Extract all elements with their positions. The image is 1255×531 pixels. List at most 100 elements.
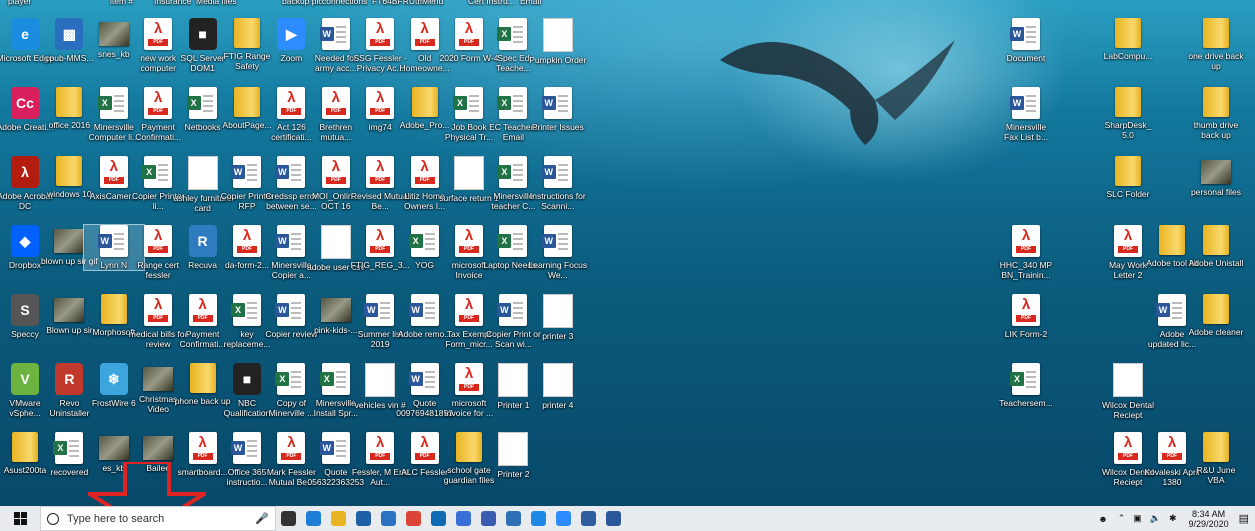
desktop-shortcut-label: thumb drive back up <box>1193 120 1239 140</box>
word-file-icon: W <box>541 156 572 188</box>
desktop-shortcut[interactable]: Adobe Unistall <box>1188 225 1244 268</box>
desktop-shortcut[interactable]: one drive back up <box>1188 18 1244 71</box>
word-taskbar-icon[interactable] <box>601 506 626 531</box>
people-icon[interactable]: ☻ <box>1098 514 1107 524</box>
desktop-shortcut[interactable]: λ PDF HHC_340 MP BN_Trainin... <box>998 225 1054 280</box>
windows-logo-icon <box>13 512 27 525</box>
taskbar-search-box[interactable]: Type here to search 🎤 <box>40 506 276 531</box>
desktop-shortcut[interactable]: λ PDF LIK Form-2 <box>998 294 1054 339</box>
top-truncated-label[interactable]: Insurance <box>154 0 191 6</box>
desktop-shortcut[interactable]: LabCompu... <box>1100 18 1156 61</box>
desktop-shortcut[interactable]: Adobe cleaner <box>1188 294 1244 337</box>
top-truncated-label[interactable]: connections <box>322 0 367 6</box>
desktop[interactable]: player item # Insurance Media files backup p… <box>0 0 1255 506</box>
notification-icon[interactable]: ▤ <box>1239 512 1249 525</box>
desktop-shortcut[interactable]: personal files <box>1188 156 1244 197</box>
desktop-shortcut[interactable]: R&U June VBA <box>1188 432 1244 485</box>
word-file-icon: W <box>1010 87 1040 119</box>
desktop-shortcut[interactable]: X Teachersem... <box>998 363 1054 408</box>
volume-icon[interactable]: 🔈 <box>1150 513 1161 524</box>
folder-icon <box>1203 432 1229 462</box>
desktop-shortcut[interactable]: W Minersville Fax List b... <box>998 87 1054 142</box>
task-view-icon-glyph <box>281 511 296 526</box>
bluetooth-icon[interactable]: ✱ <box>1169 513 1177 524</box>
ie-icon-glyph <box>531 511 546 526</box>
chrome-icon[interactable] <box>401 506 426 531</box>
pdf-file-icon: λ PDF <box>410 18 439 50</box>
top-truncated-label[interactable]: Media files <box>196 0 237 6</box>
edge-taskbar-icon[interactable] <box>301 506 326 531</box>
recuva-app-icon: R <box>188 225 217 257</box>
file-explorer-icon[interactable] <box>326 506 351 531</box>
top-truncated-label[interactable]: player <box>8 0 31 6</box>
word-file-icon: W <box>541 87 572 119</box>
remote-desktop-icon[interactable] <box>576 506 601 531</box>
pdf-file-icon: λ PDF <box>455 294 483 326</box>
folder-icon <box>1203 87 1229 117</box>
desktop-shortcut[interactable]: Wilcox Dental Reciept <box>1100 363 1156 420</box>
chevron-up-icon[interactable]: ⌃ <box>1118 513 1126 524</box>
desktop-shortcut[interactable]: SLC Folder <box>1100 156 1156 199</box>
outlook-icon[interactable] <box>426 506 451 531</box>
pdf-file-icon: λ PDF <box>144 87 173 119</box>
file-icon <box>498 363 529 397</box>
media-icon[interactable] <box>451 506 476 531</box>
desktop-shortcut[interactable]: W Learning Focus We... <box>528 225 588 280</box>
folder-icon <box>1115 18 1141 48</box>
folder-icon <box>189 363 216 393</box>
file-icon <box>187 156 218 190</box>
image-thumbnail-icon <box>54 298 85 322</box>
desktop-shortcut[interactable]: Pumpkin Order <box>528 18 588 65</box>
network-icon[interactable] <box>501 506 526 531</box>
mail-icon-glyph <box>381 511 396 526</box>
pdf-file-icon: λ PDF <box>1114 432 1142 464</box>
top-truncated-label[interactable]: Menu <box>422 0 443 6</box>
store-icon[interactable] <box>351 506 376 531</box>
file-icon <box>542 294 573 328</box>
desktop-shortcut[interactable]: W Instructions for Scanni... <box>528 156 588 211</box>
word-file-icon: W <box>1010 18 1040 50</box>
top-truncated-label[interactable]: item # <box>110 0 133 6</box>
outlook-icon-glyph <box>431 511 446 526</box>
network-tray-icon[interactable]: ▣ <box>1133 513 1142 524</box>
desktop-shortcut[interactable]: printer 3 <box>528 294 588 341</box>
pdf-file-icon: λ PDF <box>277 432 306 464</box>
pdf-file-icon: λ PDF <box>455 225 483 257</box>
pdf-file-icon: λ PDF <box>410 156 439 188</box>
word-file-icon: W <box>275 294 306 326</box>
desktop-shortcut[interactable]: SharpDesk_ 5.0 <box>1100 87 1156 140</box>
microphone-icon[interactable]: 🎤 <box>255 512 269 525</box>
pdf-file-icon: λ PDF <box>99 156 128 188</box>
pdf-file-icon: λ PDF <box>188 432 217 464</box>
zoom-taskbar-icon[interactable] <box>551 506 576 531</box>
paint-icon[interactable] <box>476 506 501 531</box>
pdf-file-icon: λ PDF <box>1158 432 1186 464</box>
desktop-shortcut-label: SLC Folder <box>1106 189 1150 199</box>
revo-app-icon: R <box>55 363 84 395</box>
word-file-icon: W <box>364 294 395 326</box>
word-file-icon: W <box>408 294 439 326</box>
excel-file-icon: X <box>186 87 217 119</box>
pdf-file-icon: λ PDF <box>1012 294 1040 326</box>
folder-icon <box>56 156 83 186</box>
excel-file-icon: X <box>453 87 483 119</box>
desktop-shortcut[interactable]: W Printer Issues <box>528 87 588 132</box>
desktop-shortcut[interactable]: Printer 2 <box>483 432 543 479</box>
task-view-icon[interactable] <box>276 506 301 531</box>
start-button[interactable] <box>0 506 40 531</box>
image-thumbnail-icon <box>143 367 174 391</box>
desktop-shortcut-label: HHC_340 MP BN_Trainin... <box>999 260 1053 280</box>
folder-icon <box>1159 225 1185 255</box>
mail-icon[interactable] <box>376 506 401 531</box>
desktop-shortcut[interactable]: thumb drive back up <box>1188 87 1244 140</box>
desktop-shortcut[interactable]: printer 4 <box>528 363 588 410</box>
desktop-shortcut[interactable]: W Document <box>998 18 1054 63</box>
top-truncated-label[interactable]: Cert Instru... <box>468 0 515 6</box>
zoom-app-icon: ▶ <box>277 18 306 50</box>
top-truncated-label[interactable]: Email <box>520 0 541 6</box>
top-truncated-label[interactable]: backup pic <box>282 0 323 6</box>
top-truncated-label[interactable]: FT64BFRUtm <box>372 0 424 6</box>
ie-icon[interactable] <box>526 506 551 531</box>
clock[interactable]: 8:34 AM 9/29/2020 <box>1189 509 1229 529</box>
excel-file-icon: X <box>319 363 350 395</box>
